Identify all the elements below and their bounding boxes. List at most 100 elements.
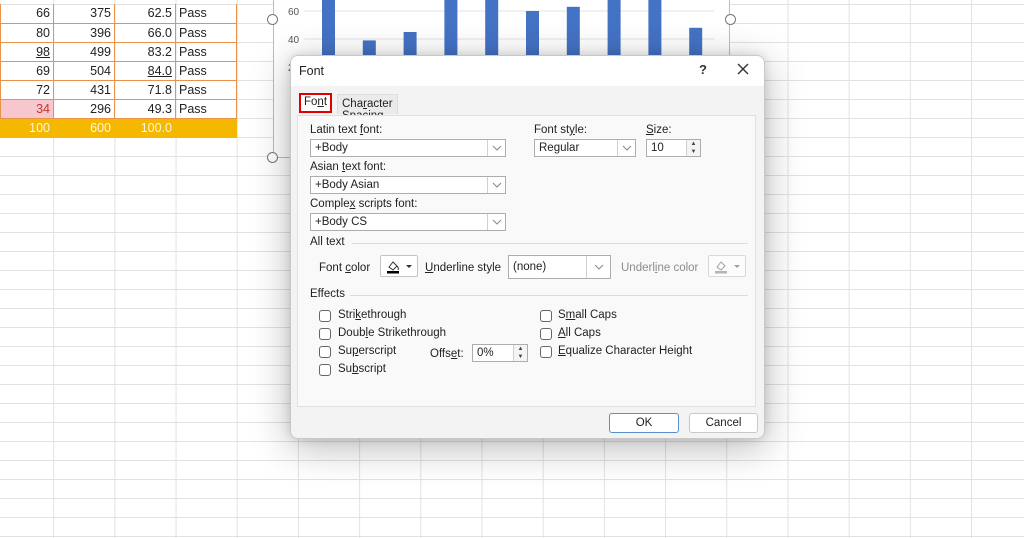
double-strikethrough-checkbox[interactable]: [319, 328, 331, 340]
y-tick-label: 60: [288, 7, 300, 18]
underline-style-value: (none): [513, 261, 547, 273]
cell[interactable]: 100: [0, 117, 54, 138]
paint-bucket-icon: [715, 261, 740, 274]
equalize-height-label[interactable]: Equalize Character Height: [558, 345, 692, 357]
cell[interactable]: 296: [53, 98, 115, 119]
font-style-value: Regular: [539, 142, 580, 154]
cell[interactable]: 69: [0, 60, 54, 81]
cell[interactable]: 49.3: [114, 98, 176, 119]
cell[interactable]: 83.2: [114, 41, 176, 62]
cell[interactable]: 100.0: [114, 117, 176, 138]
cell[interactable]: 396: [53, 22, 115, 43]
paint-bucket-icon: [387, 261, 412, 274]
table-row: 34 296 49.3 Pass: [0, 98, 237, 119]
chevron-down-icon: [586, 256, 610, 278]
chart-resize-handle[interactable]: [267, 14, 278, 25]
cell[interactable]: 375: [53, 4, 115, 24]
superscript-checkbox[interactable]: [319, 346, 331, 358]
size-label: Size:: [646, 124, 672, 136]
tab-font[interactable]: Font: [299, 93, 333, 113]
chevron-down-icon: [487, 140, 505, 156]
size-stepper[interactable]: 10 ▲ ▼: [646, 139, 701, 157]
equalize-height-checkbox[interactable]: [540, 346, 552, 358]
cell[interactable]: Pass: [175, 22, 237, 43]
table-row: 80 396 66.0 Pass: [0, 22, 237, 43]
dialog-titlebar[interactable]: Font ?: [291, 56, 764, 86]
latin-font-label: Latin text font:: [310, 124, 383, 136]
chevron-down-icon: [617, 140, 635, 156]
cell[interactable]: 62.5: [114, 4, 176, 24]
close-button[interactable]: [733, 59, 753, 79]
font-style-select[interactable]: Regular: [534, 139, 636, 157]
underline-color-button[interactable]: [708, 255, 746, 277]
tab-character-spacing[interactable]: Character Spacing: [337, 94, 398, 122]
table-row: 66 375 62.5 Pass: [0, 4, 237, 24]
subscript-label[interactable]: Subscript: [338, 363, 386, 375]
cell[interactable]: Pass: [175, 4, 237, 24]
section-divider: [350, 295, 748, 296]
font-style-label: Font style:: [534, 124, 588, 136]
font-tab-panel: Latin text font: +Body Asian text font: …: [297, 115, 756, 407]
latin-font-select[interactable]: +Body: [310, 139, 506, 157]
cell[interactable]: 72: [0, 79, 54, 100]
cell[interactable]: Pass: [175, 98, 237, 119]
cell[interactable]: 80: [0, 22, 54, 43]
effects-heading: Effects: [310, 288, 345, 300]
complex-font-select[interactable]: +Body CS: [310, 213, 506, 231]
font-color-button[interactable]: [380, 255, 418, 277]
superscript-label[interactable]: Superscript: [338, 345, 396, 357]
offset-label: Offset:: [430, 348, 464, 360]
small-caps-checkbox[interactable]: [540, 310, 552, 322]
data-table: 66 375 62.5 Pass 80 396 66.0 Pass 98 499…: [0, 4, 237, 138]
table-row: 69 504 84.0 Pass: [0, 60, 237, 81]
size-value: 10: [651, 142, 664, 154]
small-caps-label[interactable]: Small Caps: [558, 309, 617, 321]
asian-font-label: Asian text font:: [310, 161, 387, 173]
close-icon: [737, 63, 749, 75]
underline-style-select[interactable]: (none): [508, 255, 611, 279]
cell[interactable]: 499: [53, 41, 115, 62]
all-caps-label[interactable]: All Caps: [558, 327, 601, 339]
cell-value: 84.0: [147, 63, 172, 78]
asian-font-select[interactable]: +Body Asian: [310, 176, 506, 194]
table-row: 98 499 83.2 Pass: [0, 41, 237, 62]
strikethrough-checkbox[interactable]: [319, 310, 331, 322]
cell[interactable]: Pass: [175, 60, 237, 81]
cell[interactable]: Pass: [175, 79, 237, 100]
cell[interactable]: 98: [0, 41, 54, 62]
spin-arrows-icon[interactable]: ▲ ▼: [513, 345, 527, 361]
ok-button[interactable]: OK: [609, 413, 679, 433]
all-text-heading: All text: [310, 236, 345, 248]
help-button[interactable]: ?: [694, 62, 712, 77]
font-dialog: Font ? Font Character Spacing Latin text…: [290, 55, 765, 439]
cell[interactable]: 71.8: [114, 79, 176, 100]
subscript-checkbox[interactable]: [319, 364, 331, 376]
font-color-label: Font color: [319, 262, 371, 274]
cell[interactable]: 431: [53, 79, 115, 100]
chart-resize-handle[interactable]: [267, 152, 278, 163]
cell[interactable]: 600: [53, 117, 115, 138]
cancel-button[interactable]: Cancel: [689, 413, 758, 433]
cell[interactable]: 504: [53, 60, 115, 81]
all-caps-checkbox[interactable]: [540, 328, 552, 340]
cell[interactable]: 66.0: [114, 22, 176, 43]
chevron-down-icon: [487, 214, 505, 230]
offset-stepper[interactable]: 0% ▲ ▼: [472, 344, 528, 362]
underline-color-label: Underline color: [621, 262, 699, 274]
cell-highlighted[interactable]: 34: [0, 98, 54, 119]
spin-arrows-icon[interactable]: ▲ ▼: [686, 140, 700, 156]
underline-style-label: Underline style: [425, 262, 502, 274]
chart-resize-handle[interactable]: [725, 14, 736, 25]
cell[interactable]: 84.0: [114, 60, 176, 81]
cell[interactable]: Pass: [175, 41, 237, 62]
cell-value: 98: [36, 44, 50, 59]
cell[interactable]: [175, 117, 237, 138]
strikethrough-label[interactable]: Strikethrough: [338, 309, 406, 321]
complex-font-label: Complex scripts font:: [310, 198, 418, 210]
asian-font-value: +Body Asian: [315, 179, 380, 191]
table-row: 72 431 71.8 Pass: [0, 79, 237, 100]
complex-font-value: +Body CS: [315, 216, 368, 228]
double-strikethrough-label[interactable]: Double Strikethrough: [338, 327, 446, 339]
cell[interactable]: 66: [0, 4, 54, 24]
latin-font-value: +Body: [315, 142, 348, 154]
